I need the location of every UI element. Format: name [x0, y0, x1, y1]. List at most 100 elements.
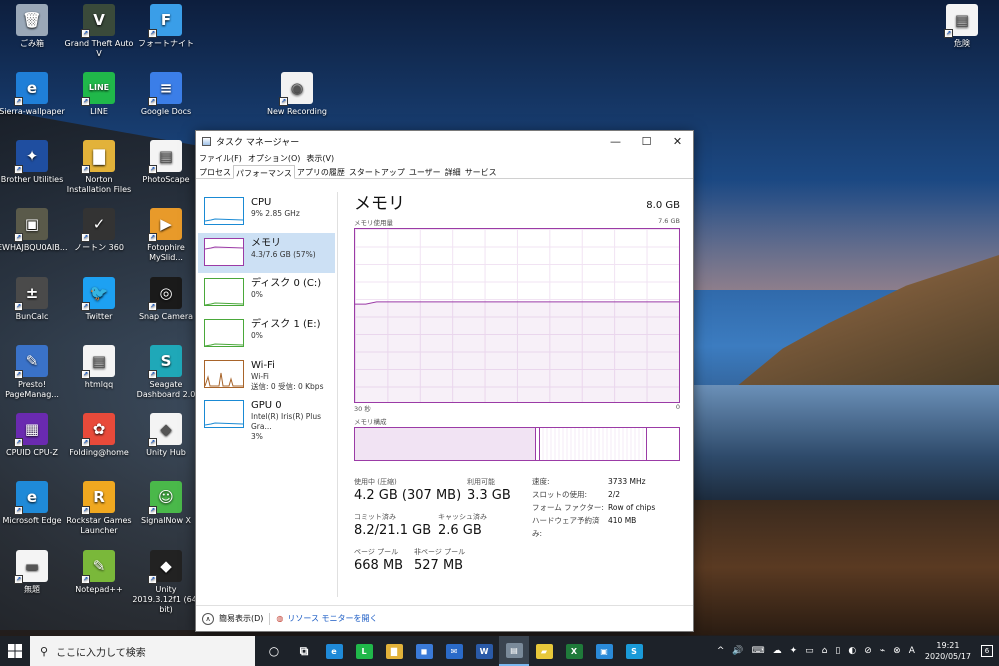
tab-app-history[interactable]: アプリの履歴	[295, 165, 347, 178]
desktop-icon[interactable]: ▤ ↗ PhotoScape	[131, 140, 201, 185]
resource-item[interactable]: GPU 0 Intel(R) Iris(R) Plus Gra... 3%	[198, 395, 335, 441]
minimize-button[interactable]: —	[600, 131, 631, 151]
menu-file[interactable]: ファイル(F)	[199, 153, 242, 164]
desktop-icon[interactable]: V ↗ Grand Theft Auto V	[64, 4, 134, 59]
taskbar-skype-button[interactable]: S	[619, 636, 649, 666]
menu-options[interactable]: オプション(O)	[248, 153, 301, 164]
shortcut-arrow-icon: ↗	[148, 233, 157, 242]
tray-icon[interactable]: ⌨	[752, 646, 765, 656]
resource-mini-graph	[204, 359, 244, 388]
tab-users[interactable]: ユーザー	[407, 165, 443, 178]
taskbar-task-view-button[interactable]: ⧉	[289, 636, 319, 666]
resource-text: CPU 9% 2.85 GHz	[251, 197, 300, 227]
taskbar-photos-button[interactable]: ▣	[589, 636, 619, 666]
desktop-icon[interactable]: ✿ ↗ Folding@home	[64, 413, 134, 458]
nonpaged-pool-label: 非ページ プール	[414, 548, 466, 556]
tray-icon[interactable]: 🔊	[732, 646, 743, 656]
word-icon: W	[475, 643, 493, 659]
tab-processes[interactable]: プロセス	[197, 165, 233, 178]
taskbar-line-button[interactable]: L	[349, 636, 379, 666]
resource-item[interactable]: ディスク 0 (C:) 0%	[198, 273, 335, 313]
desktop-icon[interactable]: ☺ ↗ SignalNow X	[131, 481, 201, 526]
tab-details[interactable]: 詳細	[443, 165, 463, 178]
desktop-icon[interactable]: 🗑 ごみ箱	[0, 4, 67, 49]
resource-name: GPU 0	[251, 400, 282, 412]
desktop-icon[interactable]: ✦ ↗ Brother Utilities	[0, 140, 67, 185]
desktop-icon[interactable]: F ↗ フォートナイト	[131, 4, 201, 49]
desktop-icon[interactable]: ✎ ↗ Notepad++	[64, 550, 134, 595]
fewer-details-link[interactable]: 簡易表示(D)	[219, 613, 263, 624]
taskbar-explorer-button[interactable]: ▇	[379, 636, 409, 666]
desktop-icon[interactable]: ◆ ↗ Unity 2019.3.12f1 (64-bit)	[131, 550, 201, 615]
taskbar-search-box[interactable]: ⚲ ここに入力して検索	[30, 636, 255, 666]
desktop-icon-label: Folding@home	[69, 448, 129, 457]
desktop-icon[interactable]: ▶ ↗ Fotophire MySlid...	[131, 208, 201, 263]
taskbar-store-button[interactable]: ◼	[409, 636, 439, 666]
desktop-icon[interactable]: ✓ ↗ ノートン 360	[64, 208, 134, 253]
desktop-icon[interactable]: ▇ ↗ Norton Installation Files	[64, 140, 134, 195]
desktop-icon[interactable]: e ↗ Sierra-wallpaper	[0, 72, 67, 117]
desktop-icon[interactable]: ▤ ↗ htmlqq	[64, 345, 134, 390]
desktop-icon[interactable]: ▣ ↗ EWHAJBQU0AIB...	[0, 208, 68, 253]
taskbar-mail-button[interactable]: ✉	[439, 636, 469, 666]
tray-icon[interactable]: A	[909, 646, 915, 656]
desktop-icon-label: Unity 2019.3.12f1 (64-bit)	[132, 585, 200, 614]
desktop-icon[interactable]: S ↗ Seagate Dashboard 2.0	[131, 345, 201, 400]
wallpaper-lake	[690, 385, 999, 505]
detail-key: 速度:	[532, 477, 550, 486]
desktop-icon[interactable]: ✎ ↗ Presto! PageManag...	[0, 345, 67, 400]
clock[interactable]: 19:21 2020/05/17	[925, 640, 971, 662]
nonpaged-pool-value: 527 MB	[414, 558, 464, 573]
title-bar[interactable]: タスク マネージャー — ☐ ✕	[196, 131, 693, 151]
taskbar-task-manager-button[interactable]: ▤	[499, 636, 529, 666]
notification-icon[interactable]: 6	[981, 645, 993, 657]
start-button[interactable]	[0, 636, 30, 666]
desktop-icon[interactable]: ◆ ↗ Unity Hub	[131, 413, 201, 458]
tray-icon[interactable]: ▯	[835, 646, 840, 656]
desktop-icon[interactable]: ▦ ↗ CPUID CPU-Z	[0, 413, 67, 458]
memory-usage-area	[355, 301, 679, 402]
shortcut-arrow-icon: ↗	[14, 370, 23, 379]
tray-icon[interactable]: ⌁	[880, 646, 885, 656]
close-button[interactable]: ✕	[662, 131, 693, 151]
taskbar-cortana-button[interactable]: ○	[259, 636, 289, 666]
desktop-icon[interactable]: ≡ ↗ Google Docs	[131, 72, 201, 117]
edge-icon: e	[325, 643, 343, 659]
app-icon: ▣ ↗	[14, 208, 48, 242]
desktop-icon[interactable]: ◎ ↗ Snap Camera	[131, 277, 201, 322]
desktop-icon[interactable]: 🐦 ↗ Twitter	[64, 277, 134, 322]
tab-performance[interactable]: パフォーマンス	[233, 165, 295, 179]
tab-services[interactable]: サービス	[463, 165, 499, 178]
desktop-icon[interactable]: ◉ ↗ New Recording	[262, 72, 332, 117]
desktop-icon[interactable]: e ↗ Microsoft Edge	[0, 481, 67, 526]
taskbar-excel-button[interactable]: X	[559, 636, 589, 666]
tray-icon[interactable]: ☁	[773, 646, 782, 656]
tray-icon[interactable]: ▭	[805, 646, 814, 656]
desktop-icon[interactable]: LINE ↗ LINE	[64, 72, 134, 117]
tray-icon[interactable]: ✦	[790, 646, 798, 656]
tab-startup[interactable]: スタートアップ	[347, 165, 407, 178]
tray-icon[interactable]: ⊘	[864, 646, 872, 656]
resource-item[interactable]: CPU 9% 2.85 GHz	[198, 192, 335, 232]
resource-item[interactable]: ディスク 1 (E:) 0%	[198, 314, 335, 354]
taskbar-word-button[interactable]: W	[469, 636, 499, 666]
menu-view[interactable]: 表示(V)	[306, 153, 334, 164]
desktop-icon-label: Twitter	[85, 312, 113, 321]
tray-icon[interactable]: ⌂	[822, 646, 828, 656]
resource-item[interactable]: Wi-Fi Wi-Fi 送信: 0 受信: 0 Kbps	[198, 355, 335, 395]
tray-icon[interactable]: ⊗	[893, 646, 901, 656]
taskbar-edge-button[interactable]: e	[319, 636, 349, 666]
app-icon: R ↗	[81, 481, 115, 515]
open-resource-monitor-link[interactable]: リソース モニターを開く	[287, 613, 377, 624]
desktop-icon[interactable]: ▤ ↗ 危険	[927, 4, 997, 49]
tray-icon[interactable]: ◐	[848, 646, 856, 656]
shortcut-arrow-icon: ↗	[148, 29, 157, 38]
desktop-icon[interactable]: ± ↗ BunCalc	[0, 277, 67, 322]
tray-icon[interactable]: ^	[717, 646, 725, 656]
desktop-icon[interactable]: R ↗ Rockstar Games Launcher	[64, 481, 134, 536]
chevron-up-icon[interactable]: ∧	[202, 612, 214, 625]
desktop-icon[interactable]: ▬ ↗ 無題	[0, 550, 67, 595]
resource-item[interactable]: メモリ 4.3/7.6 GB (57%)	[198, 232, 335, 273]
taskbar-sticky-button[interactable]: ▰	[529, 636, 559, 666]
maximize-button[interactable]: ☐	[631, 131, 662, 151]
